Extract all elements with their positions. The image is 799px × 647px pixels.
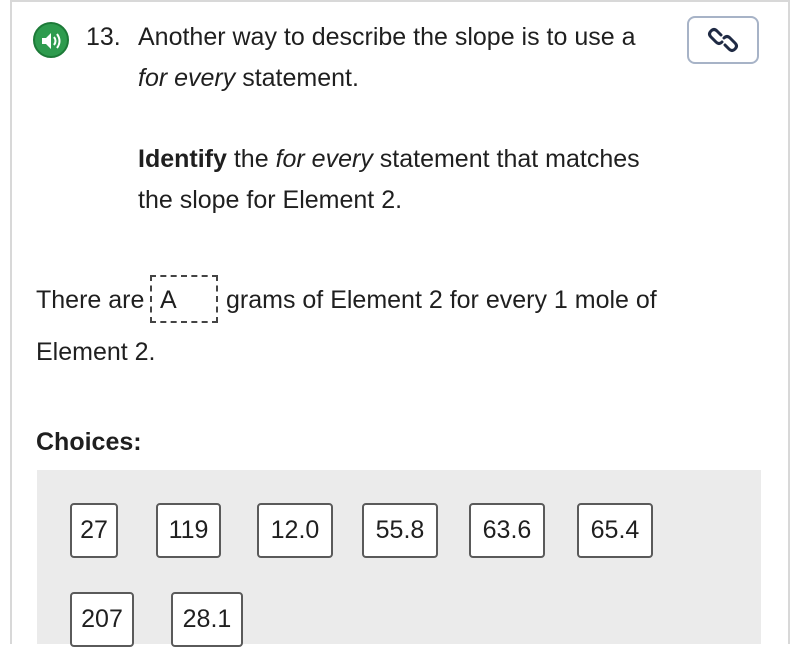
frame-left-border xyxy=(10,0,12,644)
choice-chip[interactable]: 119 xyxy=(156,503,221,558)
question-line2-rest: statement. xyxy=(235,64,359,92)
choice-chip[interactable]: 63.6 xyxy=(469,503,545,558)
question-italic-phrase: for every xyxy=(138,64,236,92)
frame-right-border xyxy=(788,0,790,644)
question-text-line1: Another way to describe the slope is to … xyxy=(138,23,636,51)
choice-chip[interactable]: 55.8 xyxy=(362,503,438,558)
frame-top-border xyxy=(10,0,790,2)
choice-chip[interactable]: 12.0 xyxy=(257,503,333,558)
instruction-plain2: statement that matches xyxy=(372,145,640,173)
drop-zone-label: A xyxy=(160,286,177,314)
answer-drop-zone[interactable]: A xyxy=(150,275,218,323)
choice-chip[interactable]: 65.4 xyxy=(577,503,653,558)
question-number: 13. xyxy=(86,23,121,51)
sentence-prefix: There are xyxy=(36,286,145,314)
sentence-line2: Element 2. xyxy=(36,338,156,366)
sentence-suffix: grams of Element 2 for every 1 mole of xyxy=(226,286,657,314)
choices-panel: 27 119 12.0 55.8 63.6 65.4 207 28.1 xyxy=(37,470,761,647)
instruction-plain1: the xyxy=(226,145,276,173)
audio-button[interactable] xyxy=(33,22,69,58)
instruction-line1: Identify the for every statement that ma… xyxy=(138,141,640,177)
choices-heading: Choices: xyxy=(36,428,142,456)
choice-chip[interactable]: 28.1 xyxy=(171,592,243,647)
instruction-italic-phrase: for every xyxy=(275,145,373,173)
instruction-line2: the slope for Element 2. xyxy=(138,186,403,214)
choice-chip[interactable]: 207 xyxy=(70,592,134,647)
speaker-icon xyxy=(42,33,61,49)
link-button[interactable] xyxy=(687,16,759,64)
choice-chip[interactable]: 27 xyxy=(70,503,118,558)
question-text-line2: for every statement. xyxy=(138,60,359,96)
instruction-bold-word: Identify xyxy=(138,145,227,173)
link-icon xyxy=(708,28,738,52)
